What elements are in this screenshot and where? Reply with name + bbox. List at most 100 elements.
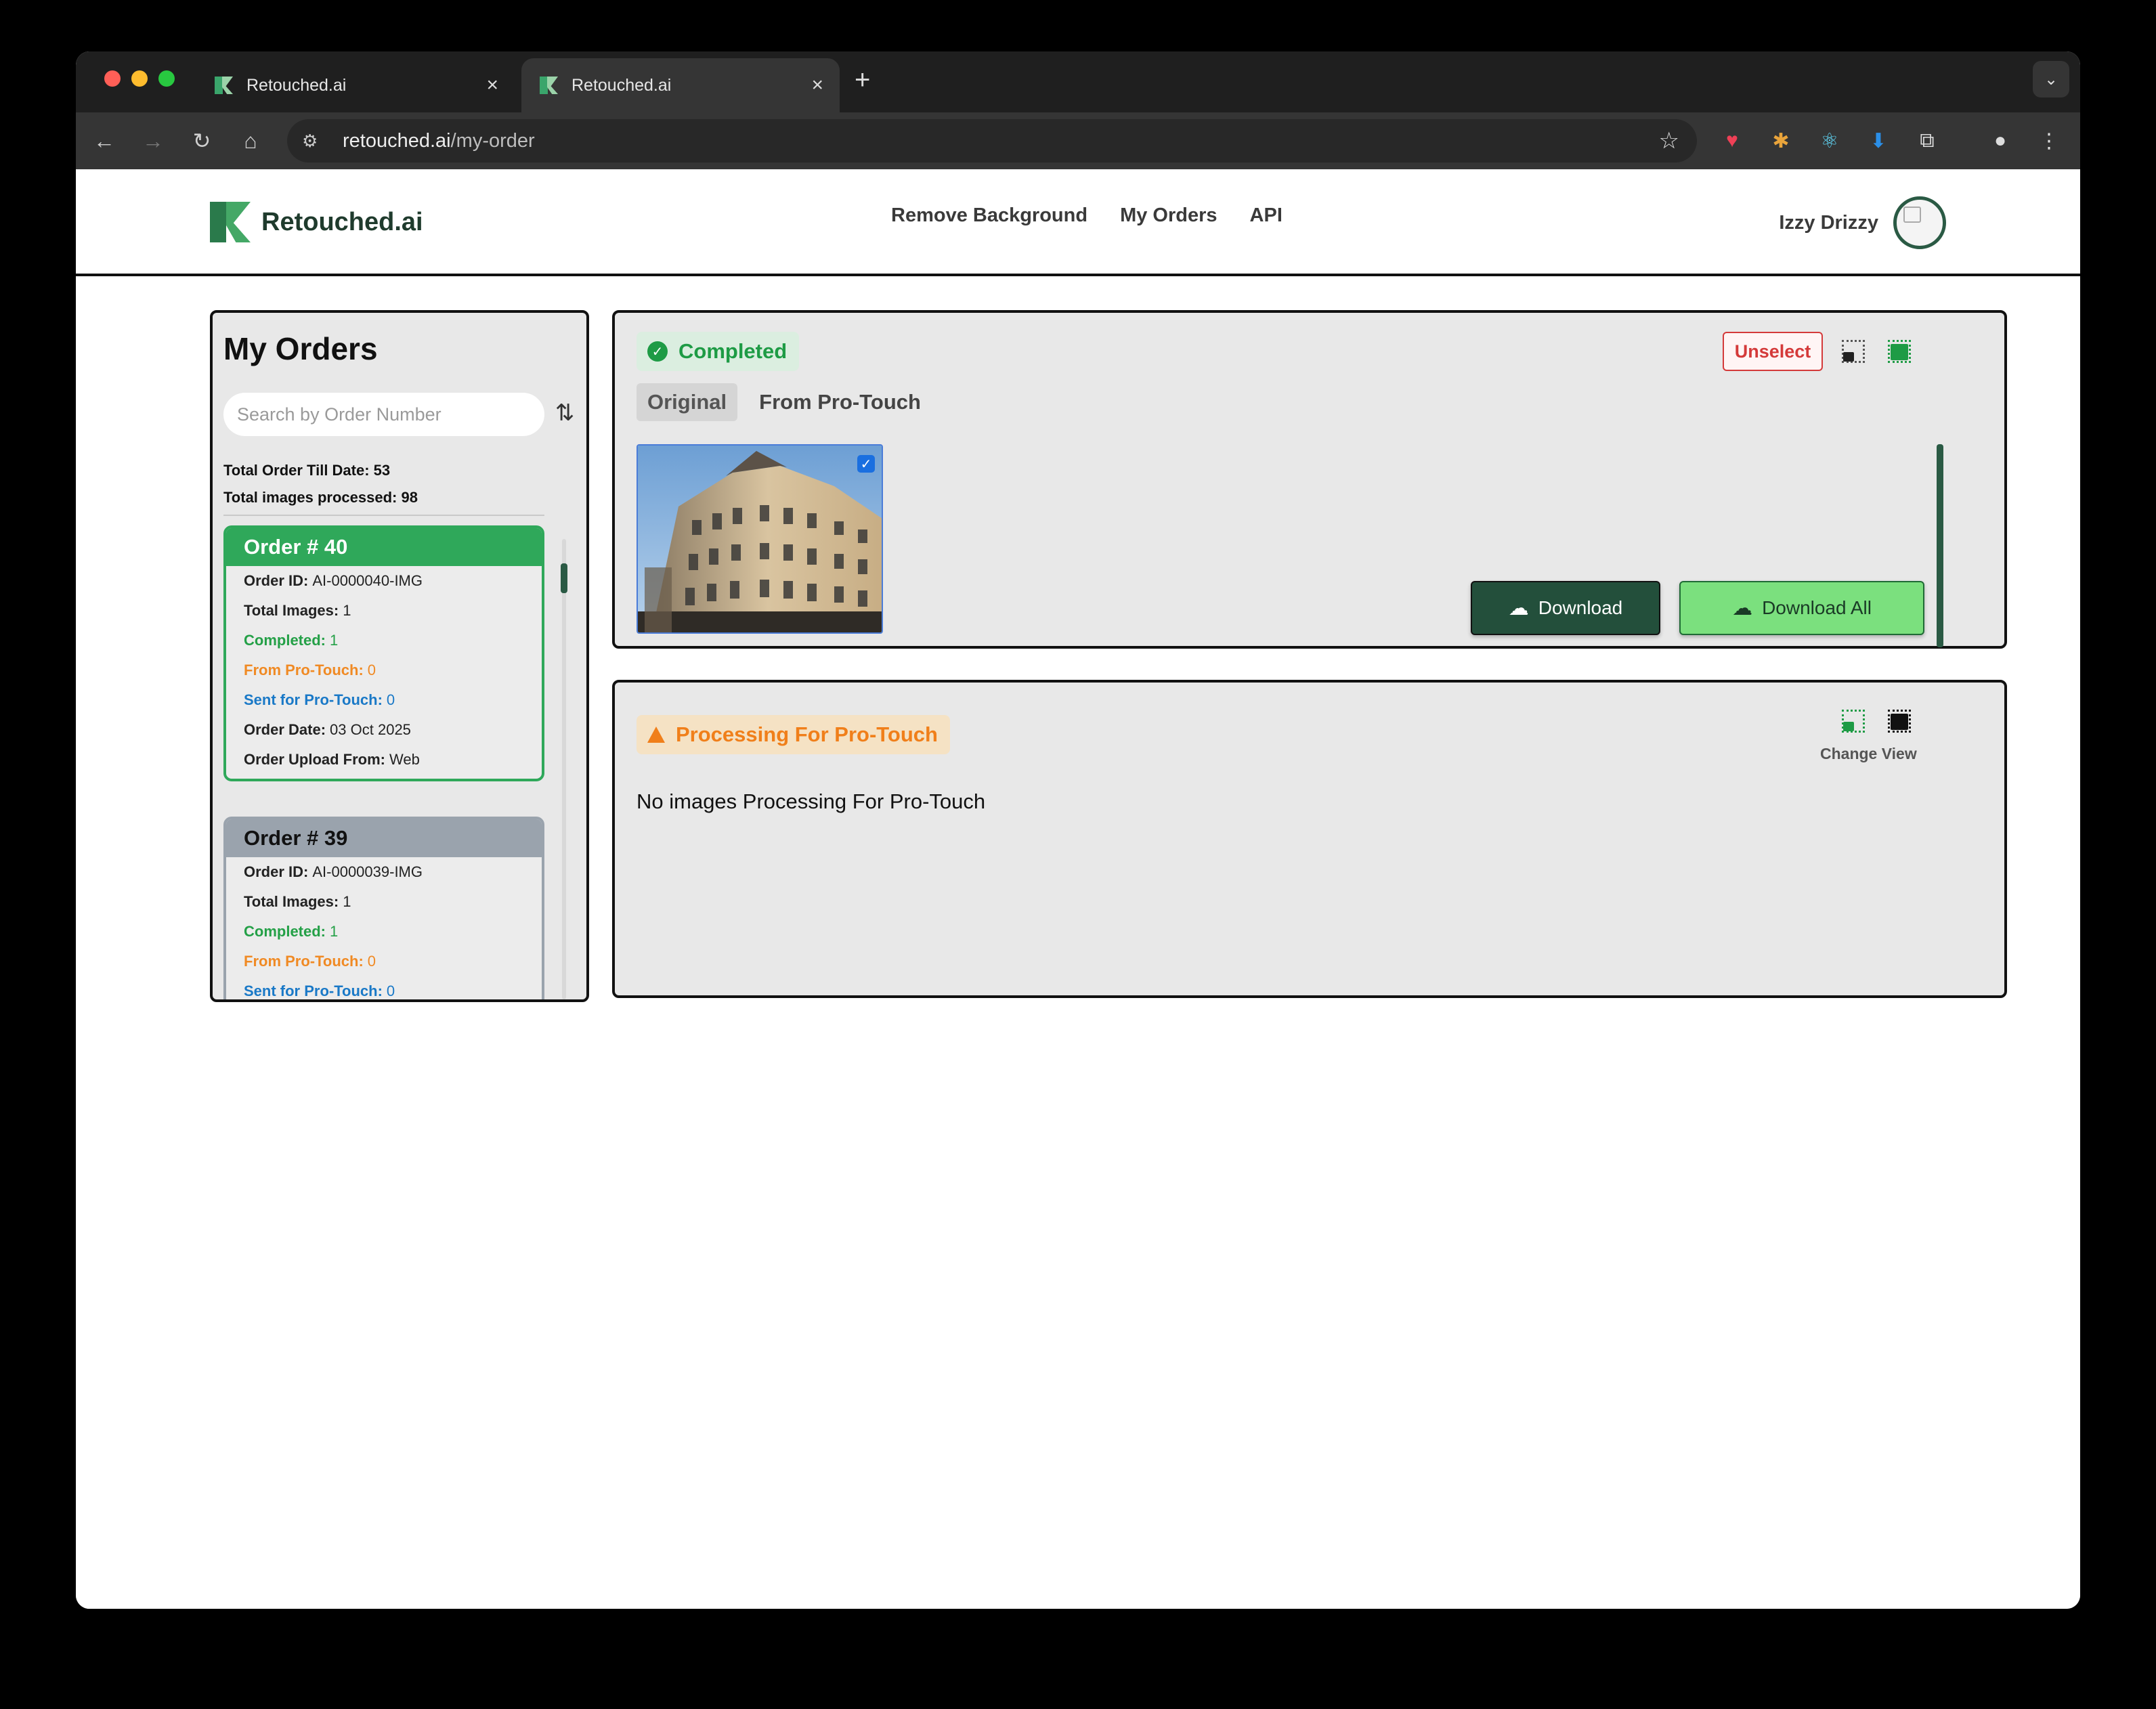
order-id-line: Order ID: AI-0000039-IMG [226,857,542,887]
tab-original[interactable]: Original [637,383,738,421]
large-view-icon[interactable] [1886,708,1914,735]
react-devtools-icon[interactable]: ⚛ [1815,126,1845,156]
order-card[interactable]: Order # 40 Order ID: AI-0000040-IMG Total… [223,525,544,781]
from-pro-touch-label: From Pro-Touch: [244,662,364,678]
back-arrow-icon[interactable]: ← [88,125,121,157]
close-tab-icon[interactable]: × [486,74,498,97]
bug-extension-icon[interactable]: ✱ [1766,126,1796,156]
close-tab-icon[interactable]: × [811,74,823,97]
download-extension-icon[interactable]: ⬇ [1863,126,1893,156]
tab-title: Retouched.ai [246,75,347,95]
site-logo[interactable]: Retouched.ai [210,202,423,242]
total-images-value: 1 [343,602,351,619]
sort-arrows-icon[interactable]: ⇅ [551,399,578,429]
processing-status-label: Processing For Pro-Touch [676,722,938,746]
order-date-line: Order Date: 03 Oct 2025 [226,715,542,745]
completed-line: Completed: 1 [226,626,542,655]
divider [223,515,544,516]
download-all-button[interactable]: ☁ Download All [1679,581,1924,635]
download-label: Download [1538,597,1623,618]
extensions-puzzle-icon[interactable]: ⧉ [1912,126,1942,156]
address-bar[interactable]: ⚙ retouched.ai/my-order ☆ [287,119,1697,163]
total-images-label: Total Images: [244,893,339,910]
retouched-logo-icon [210,202,251,242]
order-date-value: 03 Oct 2025 [330,721,411,738]
nav-remove-background[interactable]: Remove Background [891,204,1087,227]
order-title: Order # 40 [226,528,542,566]
completed-line: Completed: 1 [226,917,542,947]
cloud-download-icon: ☁ [1732,597,1753,620]
nav-api[interactable]: API [1250,204,1282,227]
order-title: Order # 39 [226,819,542,857]
small-view-icon[interactable] [1840,708,1868,735]
main-nav: Remove Background My Orders API [891,204,1282,227]
logo-text: Retouched.ai [261,207,423,236]
maximize-window-button[interactable] [158,70,175,87]
order-card[interactable]: Order # 39 Order ID: AI-0000039-IMG Total… [223,817,544,999]
sent-pro-touch-value: 0 [386,982,395,999]
close-window-button[interactable] [104,70,121,87]
order-list-scrollbar[interactable] [562,539,566,999]
url-text[interactable]: retouched.ai/my-order [343,130,535,152]
empty-state-message: No images Processing For Pro-Touch [637,789,986,813]
page: Retouched.ai Remove Background My Orders… [76,169,2080,1609]
order-id-label: Order ID: [244,572,309,589]
user-name: Izzy Drizzy [1779,211,1878,234]
image-select-checkbox[interactable]: ✓ [857,455,875,473]
browser-menu-icon[interactable]: ⋮ [2034,126,2064,156]
large-view-icon[interactable] [1886,339,1914,366]
completed-panel: ✓ Completed Original From Pro-Touch ✓ Un… [612,310,2007,649]
from-pro-touch-label: From Pro-Touch: [244,953,364,970]
minimize-window-button[interactable] [131,70,148,87]
total-orders-stat: Total Order Till Date: 53 [223,462,391,479]
image-thumbnail[interactable]: ✓ [637,444,883,634]
order-list-scroll-thumb[interactable] [561,563,567,593]
nav-my-orders[interactable]: My Orders [1120,204,1217,227]
completed-label: Completed: [244,632,326,649]
from-pro-touch-value: 0 [367,662,376,678]
retouched-favicon-icon [538,74,561,97]
total-images-line: Total Images: 1 [226,887,542,917]
change-view-label: Change View [1820,745,1917,762]
browser-toolbar: ← → ↻ ⌂ ⚙ retouched.ai/my-order ☆ ♥ ✱ ⚛ … [76,112,2080,169]
completed-status-badge: ✓ Completed [637,332,800,371]
completed-value: 1 [330,923,339,940]
browser-tab-1[interactable]: Retouched.ai × [196,58,515,112]
sent-pro-touch-line: Sent for Pro-Touch: 0 [226,685,542,715]
forward-arrow-icon[interactable]: → [137,125,169,157]
tab-search-chevron-icon[interactable]: ⌄ [2033,61,2069,98]
order-search-input[interactable] [223,393,544,436]
pocket-extension-icon[interactable]: ♥ [1717,126,1747,156]
site-header: Retouched.ai Remove Background My Orders… [76,169,2080,276]
browser-window: Retouched.ai × Retouched.ai × + ⌄ ← → ↻ … [76,51,2080,1609]
profile-icon[interactable]: ● [1985,126,2015,156]
download-button[interactable]: ☁ Download [1471,581,1660,635]
home-icon[interactable]: ⌂ [234,125,267,157]
small-view-icon[interactable] [1840,339,1868,366]
upload-from-value: Web [389,751,420,768]
retouched-favicon-icon [213,74,236,97]
from-pro-touch-line: From Pro-Touch: 0 [226,947,542,976]
orders-title: My Orders [223,331,378,366]
unselect-button[interactable]: Unselect [1723,332,1823,371]
from-pro-touch-value: 0 [367,953,376,970]
completed-status-label: Completed [678,339,788,363]
upload-from-label: Order Upload From: [244,751,386,768]
completed-label: Completed: [244,923,326,940]
upload-from-line: Order Upload From: Web [226,745,542,775]
total-images-value: 1 [343,893,351,910]
avatar[interactable] [1893,196,1946,249]
url-path: /my-order [450,129,535,152]
tab-from-pro-touch[interactable]: From Pro-Touch [748,383,932,421]
reload-icon[interactable]: ↻ [186,125,218,157]
user-menu[interactable]: Izzy Drizzy [1779,196,1946,249]
total-images-label: Total Images: [244,602,339,619]
bookmark-star-icon[interactable]: ☆ [1659,127,1679,154]
browser-tab-2[interactable]: Retouched.ai × [521,58,840,112]
order-date-label: Order Date: [244,721,326,738]
site-info-icon[interactable]: ⚙ [302,131,329,152]
completed-value: 1 [330,632,339,649]
image-tabs: Original From Pro-Touch [637,383,932,421]
panel-scrollbar[interactable] [1937,444,1943,647]
new-tab-button[interactable]: + [855,66,870,93]
